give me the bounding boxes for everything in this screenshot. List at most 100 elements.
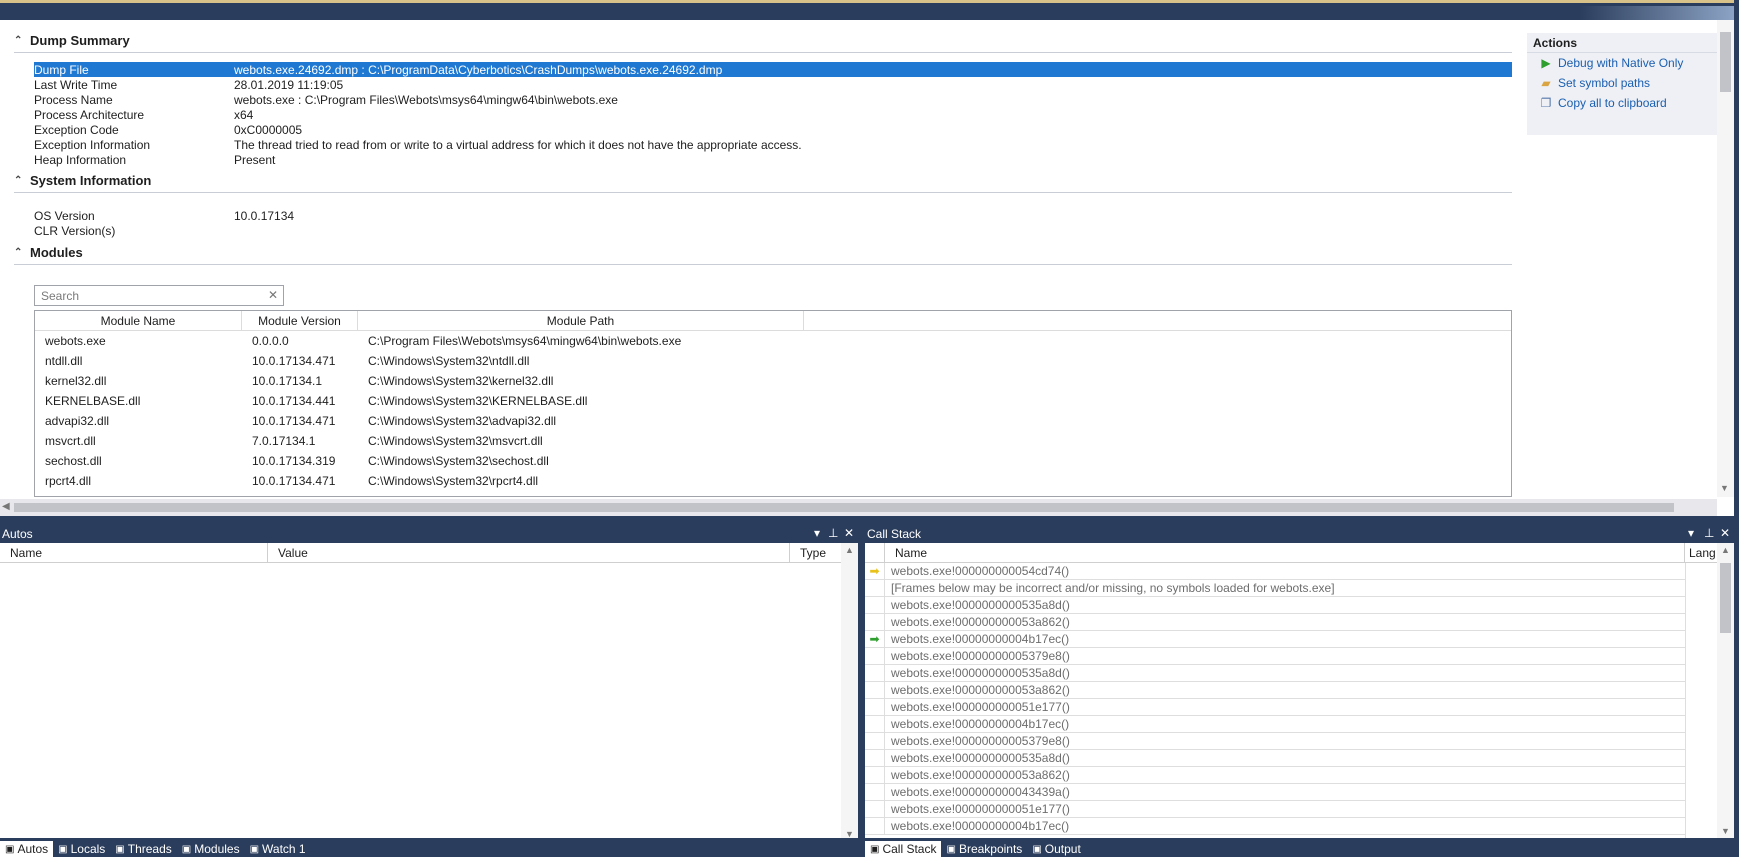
module-path: C:\Windows\System32\kernel32.dll (368, 374, 554, 388)
tab-breakpoints[interactable]: ▣ Breakpoints (941, 841, 1027, 857)
callstack-row[interactable]: webots.exe!00000000004b17ec() (865, 817, 1685, 835)
callstack-row[interactable]: webots.exe!0000000000535a8d() (865, 596, 1685, 614)
column-header-name[interactable]: Name (885, 543, 1685, 563)
summary-row[interactable]: Process Name webots.exe : C:\Program File… (34, 92, 1512, 107)
frame-name: webots.exe!00000000004b17ec() (891, 632, 1070, 646)
callstack-row[interactable]: ➡ webots.exe!00000000004b17ec() (865, 630, 1685, 648)
system-info-value: 10.0.17134 (234, 208, 295, 223)
summary-row[interactable]: Process Architecture x64 (34, 107, 1512, 122)
modules-table-header: Module Name Module Version Module Path (35, 311, 1511, 331)
autos-vertical-scrollbar[interactable]: ▲ ▼ (841, 543, 858, 841)
callstack-row[interactable]: webots.exe!00000000005379e8() (865, 732, 1685, 750)
callstack-row[interactable]: webots.exe!000000000053a862() (865, 681, 1685, 699)
scroll-thumb[interactable] (1720, 563, 1731, 633)
vertical-scrollbar[interactable]: ▼ (1717, 20, 1734, 497)
callstack-row[interactable]: ➡ webots.exe!000000000054cd74() (865, 562, 1685, 580)
section-title: Modules (30, 244, 83, 260)
section-header-system-information[interactable]: ⌃ System Information (14, 170, 151, 190)
frame-name: webots.exe!0000000000535a8d() (891, 751, 1070, 765)
tab-label: Call Stack (882, 842, 937, 856)
action-item[interactable]: ▶ Debug with Native Only (1527, 53, 1717, 73)
summary-key: Process Name (34, 92, 113, 107)
callstack-row[interactable]: webots.exe!00000000005379e8() (865, 647, 1685, 665)
action-label: Copy all to clipboard (1558, 96, 1667, 110)
dropdown-icon[interactable]: ▾ (814, 526, 820, 540)
tab-call-stack[interactable]: ▣ Call Stack (865, 841, 942, 857)
callstack-row[interactable]: webots.exe!0000000000535a8d() (865, 749, 1685, 767)
summary-row[interactable]: Heap Information Present (34, 152, 1512, 167)
callstack-row[interactable]: webots.exe!00000000004b17ec() (865, 715, 1685, 733)
collapse-chevron-icon[interactable]: ⌃ (14, 35, 24, 46)
tab-autos[interactable]: ▣ Autos (0, 841, 54, 857)
column-header-name[interactable]: Name (0, 543, 268, 563)
callstack-row[interactable]: webots.exe!000000000043439a() (865, 783, 1685, 801)
column-header-value[interactable]: Value (268, 543, 790, 563)
collapse-chevron-icon[interactable]: ⌃ (14, 175, 24, 186)
module-path: C:\Windows\System32\ntdll.dll (368, 354, 530, 368)
table-row[interactable]: msvcrt.dll 7.0.17134.1 C:\Windows\System32… (35, 431, 1511, 451)
column-header-language[interactable]: Lang (1685, 543, 1717, 563)
folder-icon: ▰ (1541, 76, 1551, 90)
horizontal-scrollbar[interactable]: ◀ (0, 499, 1717, 516)
clear-icon[interactable]: ✕ (268, 288, 278, 302)
dropdown-icon[interactable]: ▾ (1688, 526, 1694, 540)
table-row[interactable]: sechost.dll 10.0.17134.319 C:\Windows\Syst… (35, 451, 1511, 471)
callstack-row[interactable]: webots.exe!000000000053a862() (865, 766, 1685, 784)
tab-threads[interactable]: ▣ Threads (110, 841, 176, 857)
section-header-modules[interactable]: ⌃ Modules (14, 242, 83, 262)
pane-splitter-vertical[interactable] (858, 525, 865, 857)
scroll-down-icon[interactable]: ▼ (1720, 483, 1729, 493)
table-row[interactable]: rpcrt4.dll 10.0.17134.471 C:\Windows\Syste… (35, 471, 1511, 491)
scroll-up-icon[interactable]: ▲ (1721, 545, 1730, 555)
close-icon[interactable]: ✕ (1720, 526, 1730, 540)
tab-modules[interactable]: ▣ Modules (177, 841, 245, 857)
close-icon[interactable]: ✕ (844, 526, 854, 540)
table-row[interactable]: ntdll.dll 10.0.17134.471 C:\Windows\System… (35, 351, 1511, 371)
tab-locals[interactable]: ▣ Locals (53, 841, 110, 857)
tab-output[interactable]: ▣ Output (1027, 841, 1085, 857)
current-frame-arrow-icon: ➡ (869, 564, 880, 578)
table-row[interactable]: webots.exe 0.0.0.0 C:\Program Files\Webots… (35, 331, 1511, 351)
column-header-module-version[interactable]: Module Version (242, 311, 358, 331)
callstack-row[interactable]: webots.exe!0000000000535a8d() (865, 664, 1685, 682)
table-row[interactable]: KERNELBASE.dll 10.0.17134.441 C:\Windows\S… (35, 391, 1511, 411)
callstack-row[interactable]: webots.exe!000000000053a862() (865, 613, 1685, 631)
row-gutter (865, 681, 885, 699)
module-version: 10.0.17134.471 (252, 414, 336, 428)
scroll-down-icon[interactable]: ▼ (1721, 826, 1730, 836)
column-header-module-name[interactable]: Module Name (35, 311, 242, 331)
system-info-row[interactable]: CLR Version(s) (34, 223, 1512, 238)
action-item[interactable]: ▰ Set symbol paths (1527, 73, 1717, 93)
table-row[interactable]: advapi32.dll 10.0.17134.471 C:\Windows\Sys… (35, 411, 1511, 431)
collapse-chevron-icon[interactable]: ⌃ (14, 247, 24, 258)
scroll-thumb[interactable] (1720, 32, 1731, 92)
summary-row[interactable]: Exception Code 0xC0000005 (34, 122, 1512, 137)
callstack-vertical-scrollbar[interactable]: ▲ ▼ (1717, 543, 1734, 838)
module-path: C:\Windows\System32\advapi32.dll (368, 414, 557, 428)
action-item[interactable]: ❐ Copy all to clipboard (1527, 93, 1717, 113)
autos-pane-title: Autos ▾ ⊥ ✕ (0, 525, 858, 543)
tab-watch-1[interactable]: ▣ Watch 1 (245, 841, 311, 857)
scroll-left-icon[interactable]: ◀ (2, 501, 10, 512)
summary-value: The thread tried to read from or write t… (234, 137, 802, 152)
pin-icon[interactable]: ⊥ (1704, 526, 1714, 540)
section-header-dump-summary[interactable]: ⌃ Dump Summary (14, 30, 130, 50)
summary-row[interactable]: Last Write Time 28.01.2019 11:19:05 (34, 77, 1512, 92)
autos-tab-bar: ▣ Autos ▣ Locals ▣ Threads ▣ Modules ▣ Watch 1 (0, 838, 858, 857)
summary-row[interactable]: Dump File webots.exe.24692.dmp : C:\Progr… (34, 62, 1512, 77)
callstack-row[interactable]: webots.exe!000000000051e177() (865, 698, 1685, 716)
scroll-thumb[interactable] (14, 503, 1674, 512)
summary-value: 0xC0000005 (234, 122, 303, 137)
modules-search-input[interactable]: Search ✕ (34, 285, 284, 306)
callstack-row[interactable]: [Frames below may be incorrect and/or mi… (865, 579, 1685, 597)
pin-icon[interactable]: ⊥ (828, 526, 838, 540)
table-row[interactable]: kernel32.dll 10.0.17134.1 C:\Windows\Syste… (35, 371, 1511, 391)
column-header-module-path[interactable]: Module Path (358, 311, 804, 331)
summary-row[interactable]: Exception Information The thread tried to… (34, 137, 1512, 152)
scroll-up-icon[interactable]: ▲ (845, 545, 854, 555)
system-info-key: OS Version (34, 208, 95, 223)
pane-splitter[interactable] (0, 516, 1739, 525)
callstack-row[interactable]: webots.exe!000000000051e177() (865, 800, 1685, 818)
system-info-row[interactable]: OS Version 10.0.17134 (34, 208, 1512, 223)
module-path: C:\Windows\System32\sechost.dll (368, 454, 549, 468)
